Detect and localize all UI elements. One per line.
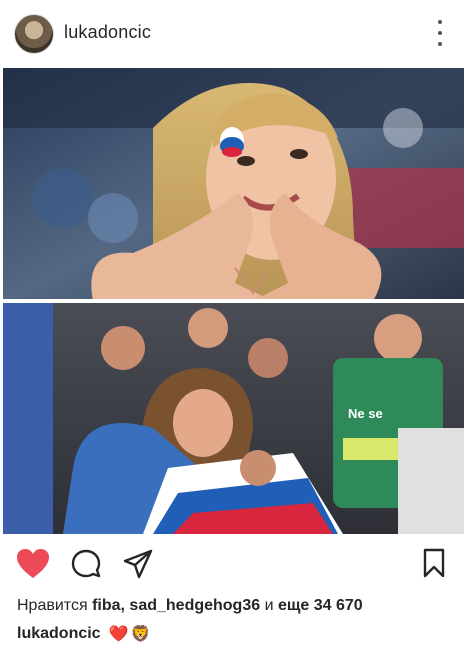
post-actions [0,540,467,590]
heart-emoji: ❤️ [108,626,129,643]
likes-summary[interactable]: Нравится fiba, sad_hedgehog36 и еще 34 6… [17,597,363,615]
liker-user-2[interactable]: sad_hedgehog36 [129,597,260,614]
more-options-icon[interactable] [435,20,445,46]
comment-icon[interactable] [70,548,102,585]
heart-icon[interactable] [16,548,50,585]
likes-conjunction: и [264,597,274,614]
svg-text:Ne se: Ne se [348,406,383,421]
liker-user-1[interactable]: fiba [92,597,120,614]
caption-username[interactable]: lukadoncic [17,625,101,643]
post-username[interactable]: lukadoncic [64,22,151,43]
lion-emoji: 🦁 [130,626,151,643]
post-header: lukadoncic [0,0,467,66]
post-caption: lukadoncic ❤️ 🦁 [17,624,150,644]
liker-separator: , [120,597,125,614]
avatar[interactable] [14,14,54,54]
likes-prefix: Нравится [17,597,88,614]
share-icon[interactable] [122,548,154,585]
bookmark-icon[interactable] [423,548,445,583]
likes-more-count[interactable]: еще 34 670 [278,597,363,614]
post-photo-image: Ne se [3,68,464,534]
post-photo[interactable]: Ne se [3,68,464,534]
